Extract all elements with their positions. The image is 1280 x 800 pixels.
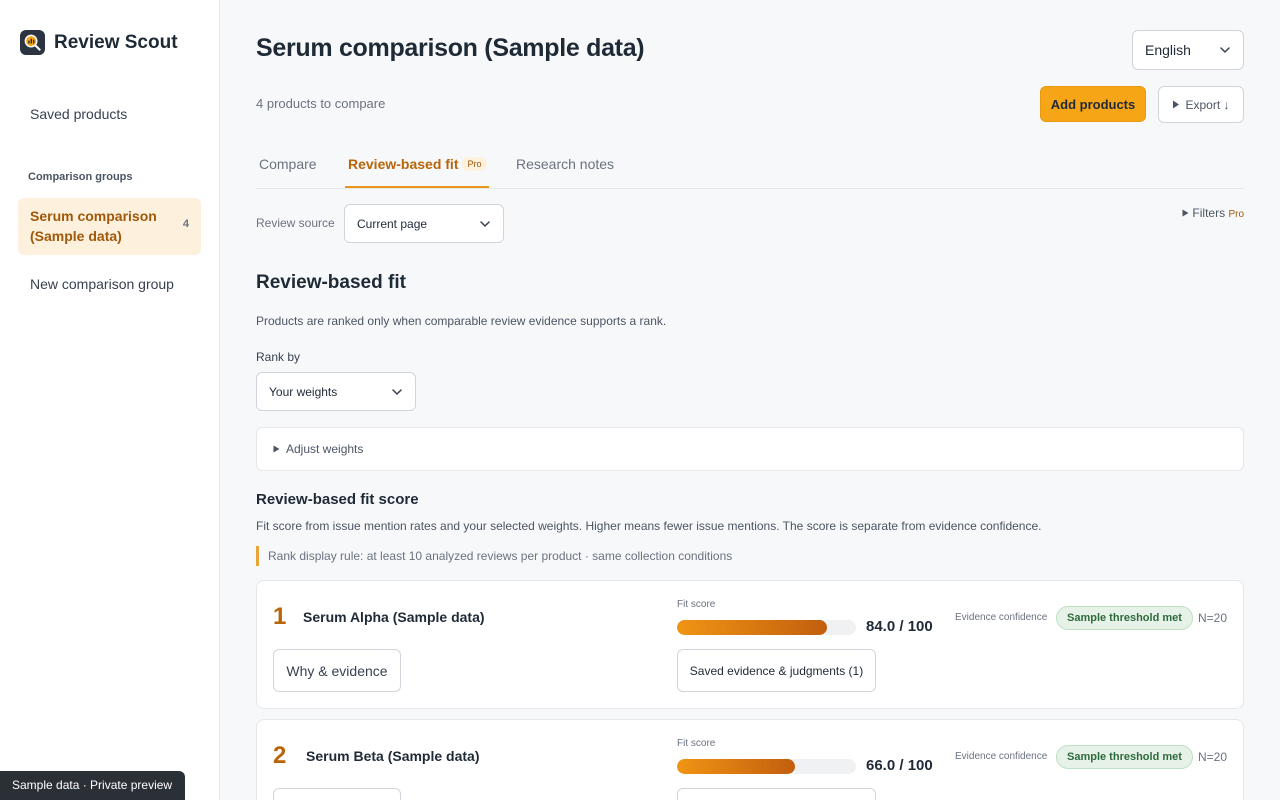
fit-score-fill bbox=[677, 620, 828, 635]
play-triangle-icon bbox=[1182, 209, 1189, 217]
fit-score-value: 84.0 / 100 bbox=[866, 618, 933, 635]
nav-group-count: 4 bbox=[182, 218, 189, 230]
section-title: Review-based fit bbox=[256, 272, 406, 293]
tab-review-based-fit[interactable]: Review-based fit Pro bbox=[348, 156, 487, 172]
play-triangle-icon bbox=[273, 445, 280, 453]
magnifier-chart-icon bbox=[20, 30, 45, 55]
rank-by-value: Your weights bbox=[269, 384, 338, 399]
preview-badge: Sample data · Private preview bbox=[0, 771, 185, 800]
why-evidence-button[interactable]: Why & evidence bbox=[273, 649, 401, 692]
export-label: Export ↓ bbox=[1185, 97, 1230, 112]
score-description: Fit score from issue mention rates and y… bbox=[256, 519, 1042, 533]
chevron-down-icon bbox=[1220, 47, 1230, 53]
language-select[interactable]: English bbox=[1132, 30, 1244, 70]
fit-score-label: Fit score bbox=[677, 599, 716, 610]
app-name: Review Scout bbox=[54, 31, 178, 53]
adjust-weights-toggle[interactable]: Adjust weights bbox=[256, 427, 1244, 471]
saved-evidence-button[interactable]: Saved evidence & judgments (1) bbox=[677, 649, 876, 692]
filters-toggle[interactable]: Filters Pro bbox=[1182, 206, 1244, 220]
fit-score-value: 66.0 / 100 bbox=[866, 757, 933, 774]
review-source-value: Current page bbox=[357, 216, 428, 231]
export-button[interactable]: Export ↓ bbox=[1158, 86, 1244, 123]
product-card: 1 Serum Alpha (Sample data) Why & eviden… bbox=[256, 580, 1244, 709]
fit-score-bar bbox=[677, 620, 856, 635]
review-source-label: Review source bbox=[256, 216, 335, 230]
confidence-badge: Sample threshold met bbox=[1056, 745, 1193, 769]
rank-number: 2 bbox=[273, 742, 287, 769]
review-count: N=20 bbox=[1197, 750, 1227, 764]
pro-badge: Pro bbox=[1228, 209, 1244, 220]
language-value: English bbox=[1145, 42, 1191, 58]
nav-group-serum-comparison[interactable]: Serum comparison (Sample data) 4 bbox=[18, 198, 201, 255]
fit-score-bar bbox=[677, 759, 856, 774]
nav-new-comparison-group[interactable]: New comparison group bbox=[30, 276, 174, 292]
nav-saved-products[interactable]: Saved products bbox=[30, 106, 127, 122]
play-triangle-icon bbox=[1173, 100, 1180, 109]
score-title: Review-based fit score bbox=[256, 491, 419, 508]
confidence-badge: Sample threshold met bbox=[1056, 606, 1193, 630]
sidebar: Review Scout Saved products Comparison g… bbox=[0, 0, 220, 800]
tab-compare[interactable]: Compare bbox=[259, 156, 317, 172]
rank-by-select[interactable]: Your weights bbox=[256, 372, 416, 411]
main-content: Serum comparison (Sample data) English 4… bbox=[256, 0, 1244, 800]
why-evidence-button[interactable] bbox=[273, 788, 401, 800]
fit-score-label: Fit score bbox=[677, 738, 716, 749]
section-description: Products are ranked only when comparable… bbox=[256, 314, 667, 328]
chevron-down-icon bbox=[480, 220, 490, 227]
evidence-confidence-label: Evidence confidence bbox=[955, 612, 1048, 623]
adjust-weights-label: Adjust weights bbox=[286, 442, 364, 456]
saved-evidence-button[interactable] bbox=[677, 788, 876, 800]
add-products-button[interactable]: Add products bbox=[1040, 86, 1146, 122]
nav-section-label: Comparison groups bbox=[28, 171, 133, 183]
filters-label: Filters bbox=[1192, 206, 1226, 220]
rank-by-label: Rank by bbox=[256, 350, 301, 364]
product-name: Serum Beta (Sample data) bbox=[306, 748, 480, 764]
rank-number: 1 bbox=[273, 603, 287, 630]
brand[interactable]: Review Scout bbox=[20, 30, 178, 55]
active-tab-indicator bbox=[345, 186, 489, 188]
product-name: Serum Alpha (Sample data) bbox=[303, 609, 485, 625]
review-count: N=20 bbox=[1197, 611, 1227, 625]
fit-score-fill bbox=[677, 759, 796, 774]
tab-label: Review-based fit bbox=[348, 156, 459, 172]
nav-group-label: Serum comparison (Sample data) bbox=[30, 208, 157, 244]
review-source-select[interactable]: Current page bbox=[344, 204, 504, 243]
product-count: 4 products to compare bbox=[256, 96, 386, 111]
pro-badge: Pro bbox=[462, 157, 487, 171]
tab-bar: Compare Review-based fit Pro Research not… bbox=[256, 142, 1244, 189]
product-card: 2 Serum Beta (Sample data) Fit score 66.… bbox=[256, 719, 1244, 800]
page-title: Serum comparison (Sample data) bbox=[256, 34, 645, 62]
rank-rule-note: Rank display rule: at least 10 analyzed … bbox=[256, 546, 732, 566]
tab-research-notes[interactable]: Research notes bbox=[516, 156, 614, 172]
evidence-confidence-label: Evidence confidence bbox=[955, 751, 1048, 762]
chevron-down-icon bbox=[392, 388, 402, 395]
